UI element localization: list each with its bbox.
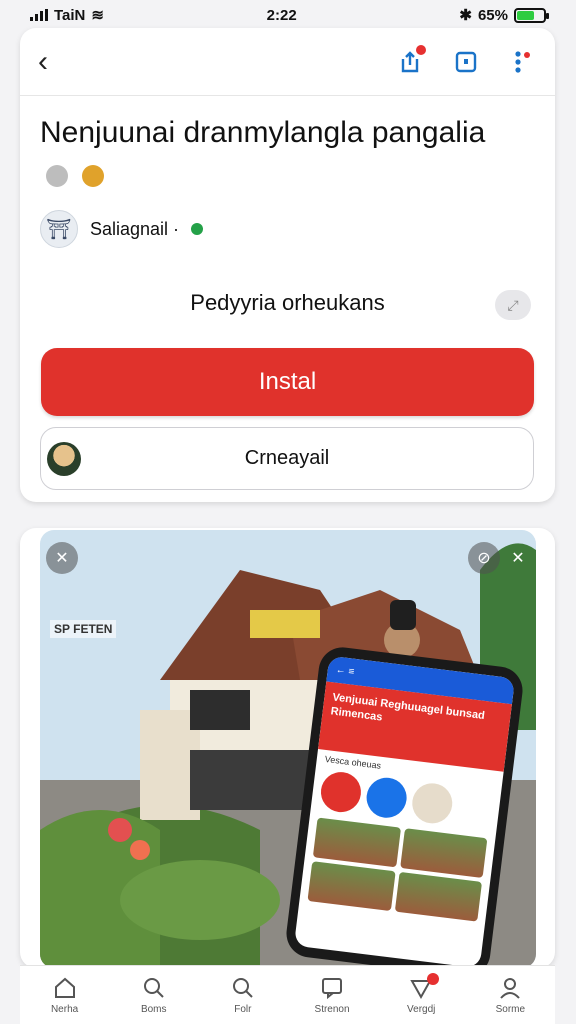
tab-label: Vergdj <box>407 1004 436 1015</box>
tab-notifications[interactable]: Vergdj <box>381 973 461 1015</box>
status-right: ✱ 65% <box>459 6 549 24</box>
tab-label: Strenon <box>314 1004 350 1015</box>
carrier-label: TaiN <box>54 6 86 24</box>
search-icon <box>143 978 164 998</box>
profile-icon <box>500 978 521 999</box>
more-icon[interactable] <box>509 49 535 75</box>
author-avatar: ⛩ <box>40 210 78 248</box>
preview-image[interactable]: ✕ ⊘ ✕ SP FETEN ← ≡ Venjuuai Reghuuagel b… <box>40 530 536 968</box>
phone-screen: ← ≡ Venjuuai Reghuuagel bunsad Rimencas … <box>293 655 516 968</box>
battery-percent: 65% <box>477 6 508 24</box>
visibility-icon[interactable]: ⊘ <box>468 542 500 574</box>
title-text: Nenjuunai dranmylangla pangalia <box>40 116 486 149</box>
install-button[interactable]: Instal <box>41 348 534 416</box>
bluetooth-icon: ✱ <box>459 7 472 24</box>
tab-search[interactable]: Boms <box>114 975 194 1015</box>
clock: 2:22 <box>266 6 297 24</box>
tab-profile[interactable]: Sorme <box>470 975 550 1015</box>
secondary-label: Crneayail <box>244 447 330 469</box>
wifi-icon: ≋ <box>91 7 104 24</box>
share-icon[interactable] <box>397 44 426 75</box>
secondary-avatar <box>47 442 81 476</box>
header-actions <box>397 44 535 75</box>
tab-home[interactable]: Nerha <box>25 975 105 1015</box>
author-name: Saliagnail · <box>90 218 180 239</box>
message-icon <box>322 978 343 1000</box>
verified-icon <box>191 223 204 235</box>
expand-icon[interactable]: ⤢ <box>495 290 531 320</box>
app-detail-card: ‹ Nenjuunai dranmylangla pangalia ⛩ Sali… <box>20 28 555 502</box>
status-bar: TaiN ≋ 2:22 ✱ 65% <box>0 0 576 30</box>
media-card: ✕ ⊘ ✕ SP FETEN ← ≡ Venjuuai Reghuuagel b… <box>20 528 555 968</box>
subtitle: Pedyyria orheukans <box>190 290 385 315</box>
tab-label: Sorme <box>495 1004 526 1015</box>
top-bar: ‹ <box>20 28 555 96</box>
battery-icon <box>514 7 549 23</box>
status-left: TaiN ≋ <box>30 6 104 24</box>
tab-label: Boms <box>140 1004 167 1015</box>
tab-messages[interactable]: Strenon <box>292 975 372 1015</box>
star-badge-icon <box>82 165 105 187</box>
tab-label: Folr <box>234 1004 252 1015</box>
globe-icon <box>46 165 68 187</box>
close-icon[interactable]: ✕ <box>46 542 78 574</box>
author-row[interactable]: ⛩ Saliagnail · <box>40 210 204 248</box>
signal-icon <box>30 9 48 21</box>
phone-mockup: ← ≡ Venjuuai Reghuuagel bunsad Rimencas … <box>283 644 526 968</box>
sign-text: SP FETEN <box>50 620 117 638</box>
search-icon <box>232 978 253 998</box>
home-icon <box>54 977 75 998</box>
close-icon-secondary[interactable]: ✕ <box>502 542 534 574</box>
page-title: Nenjuunai dranmylangla pangalia <box>40 112 500 196</box>
chevron-left-icon[interactable]: ‹ <box>38 46 48 77</box>
bottom-nav: Nerha Boms Folr Strenon Vergdj Sorme <box>20 965 555 1024</box>
bookmark-icon[interactable] <box>453 49 479 75</box>
tab-explore[interactable]: Folr <box>203 975 283 1015</box>
secondary-button[interactable]: Crneayail <box>40 427 534 490</box>
notification-badge <box>427 973 440 985</box>
tab-label: Nerha <box>50 1004 79 1015</box>
